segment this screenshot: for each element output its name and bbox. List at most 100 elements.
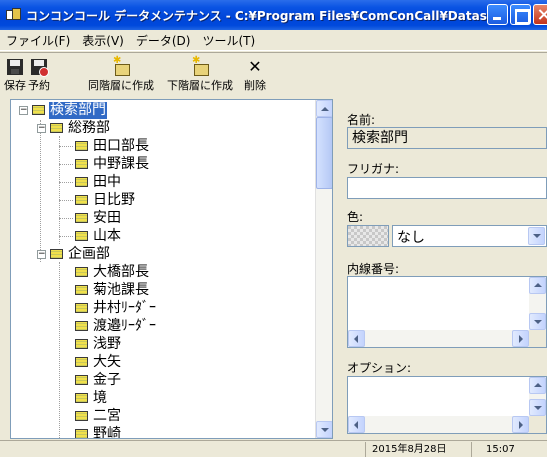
plan-label: 予約	[28, 79, 50, 92]
extension-label: 内線番号:	[347, 262, 400, 276]
scroll-thumb[interactable]	[316, 117, 332, 189]
tree-member[interactable]: 山本	[59, 227, 122, 245]
menu-file[interactable]: ファイル(F)	[0, 32, 76, 49]
person-icon	[75, 429, 88, 438]
delete-button[interactable]: ✕ 削除	[241, 59, 269, 95]
collapse-toggle[interactable]: −	[37, 249, 46, 259]
person-icon	[75, 159, 88, 169]
extension-hscroll[interactable]	[348, 330, 529, 347]
tree-member[interactable]: 井村ﾘｰﾀﾞｰ	[61, 299, 157, 317]
scroll-right-button[interactable]	[512, 416, 529, 433]
tree-member[interactable]: 大矢	[61, 353, 122, 371]
scroll-up-button[interactable]	[529, 377, 546, 394]
scroll-left-button[interactable]	[348, 416, 365, 433]
person-icon	[75, 285, 88, 295]
status-date: 2015年8月28日	[365, 442, 471, 457]
tree-member[interactable]: 浅野	[61, 335, 122, 353]
status-time: 15:07	[471, 442, 547, 457]
department-tree[interactable]: − 検索部門 − 総務部 田口部長 中野課長 田中 日比野 安田 山本 − 企画…	[10, 99, 333, 439]
tree-member[interactable]: 渡邉ﾘｰﾀﾞｰ	[61, 317, 157, 335]
scroll-right-button[interactable]	[512, 330, 529, 347]
scroll-up-button[interactable]	[316, 100, 332, 117]
tree-member-label: 井村ﾘｰﾀﾞｰ	[93, 299, 156, 316]
tree-member[interactable]: 日比野	[59, 191, 136, 209]
tree-guide-line	[59, 136, 60, 244]
tree-member[interactable]: 大橋部長	[61, 263, 150, 281]
tree-group-label: 総務部	[68, 119, 110, 136]
save-label: 保存	[4, 79, 26, 92]
tree-member[interactable]: 境	[61, 389, 108, 407]
new-sibling-button[interactable]: 同階層に作成	[85, 55, 157, 95]
new-child-label: 下階層に作成	[167, 79, 233, 92]
tree-member-label: 田中	[93, 173, 121, 190]
menu-data[interactable]: データ(D)	[130, 32, 197, 49]
name-field[interactable]: 検索部門	[347, 127, 547, 149]
tree-member-label: 日比野	[93, 191, 135, 208]
save-button[interactable]: 保存	[3, 59, 27, 95]
scroll-down-button[interactable]	[529, 313, 546, 330]
schedule-icon	[31, 59, 49, 77]
delete-icon: ✕	[248, 57, 262, 76]
tree-member[interactable]: 田口部長	[59, 137, 150, 155]
person-icon	[75, 195, 88, 205]
tree-group[interactable]: − 総務部	[37, 119, 111, 137]
collapse-toggle[interactable]: −	[19, 105, 28, 115]
option-textarea[interactable]	[347, 376, 547, 434]
tree-member[interactable]: 二宮	[61, 407, 122, 425]
tree-member[interactable]: 野崎	[61, 425, 122, 439]
person-icon	[75, 303, 88, 313]
menu-view[interactable]: 表示(V)	[76, 32, 130, 49]
option-label: オプション:	[347, 361, 412, 375]
delete-label: 削除	[244, 79, 266, 92]
tree-root[interactable]: − 検索部門	[19, 101, 107, 119]
person-icon	[75, 411, 88, 421]
tree-member[interactable]: 中野課長	[59, 155, 150, 173]
title-bar: コンコンコール データメンテナンス - C:¥Program Files¥Com…	[0, 0, 547, 30]
tree-member-label: 田口部長	[93, 137, 149, 154]
scroll-left-button[interactable]	[348, 330, 365, 347]
tree-member-label: 菊池課長	[93, 281, 149, 298]
scroll-down-button[interactable]	[316, 421, 332, 438]
folder-icon	[50, 249, 63, 259]
chevron-down-icon[interactable]	[528, 227, 545, 245]
scroll-corner	[529, 330, 546, 347]
person-icon	[75, 321, 88, 331]
tree-member[interactable]: 菊池課長	[61, 281, 150, 299]
person-icon	[75, 141, 88, 151]
tree-member[interactable]: 金子	[61, 371, 122, 389]
scroll-down-button[interactable]	[529, 399, 546, 416]
person-icon	[75, 393, 88, 403]
new-child-button[interactable]: 下階層に作成	[164, 55, 236, 95]
tree-scrollbar[interactable]	[315, 100, 332, 438]
scroll-up-button[interactable]	[529, 277, 546, 294]
color-select[interactable]: なし	[392, 225, 547, 247]
detail-panel: 名前: 検索部門 フリガナ: 色: なし 内線番号: オプション:	[339, 99, 547, 439]
tree-member-label: 金子	[93, 371, 121, 388]
tree-group[interactable]: − 企画部	[37, 245, 111, 263]
person-icon	[75, 339, 88, 349]
person-icon	[75, 375, 88, 385]
close-button[interactable]	[533, 4, 547, 25]
minimize-button[interactable]	[487, 4, 508, 25]
new-folder-icon	[113, 55, 130, 76]
person-icon	[75, 213, 88, 223]
tree-member[interactable]: 安田	[59, 209, 122, 227]
furigana-field[interactable]	[347, 177, 547, 199]
menu-bar: ファイル(F) 表示(V) データ(D) ツール(T)	[0, 30, 547, 51]
tree-member-label: 浅野	[93, 335, 121, 352]
new-sibling-label: 同階層に作成	[88, 79, 154, 92]
extension-textarea[interactable]	[347, 276, 547, 348]
tree-member-label: 野崎	[93, 425, 121, 439]
toolbar: 保存 予約 同階層に作成 下階層に作成 ✕ 削除	[0, 52, 547, 98]
tree-root-label: 検索部門	[49, 101, 107, 119]
collapse-toggle[interactable]: −	[37, 123, 46, 133]
color-swatch[interactable]	[347, 225, 389, 247]
option-hscroll[interactable]	[348, 416, 529, 433]
tree-member[interactable]: 田中	[59, 173, 122, 191]
save-icon	[7, 59, 23, 75]
maximize-button[interactable]	[510, 4, 531, 25]
app-icon	[6, 7, 22, 23]
menu-tools[interactable]: ツール(T)	[196, 32, 261, 49]
tree-member-label: 二宮	[93, 407, 121, 424]
plan-button[interactable]: 予約	[26, 59, 52, 95]
